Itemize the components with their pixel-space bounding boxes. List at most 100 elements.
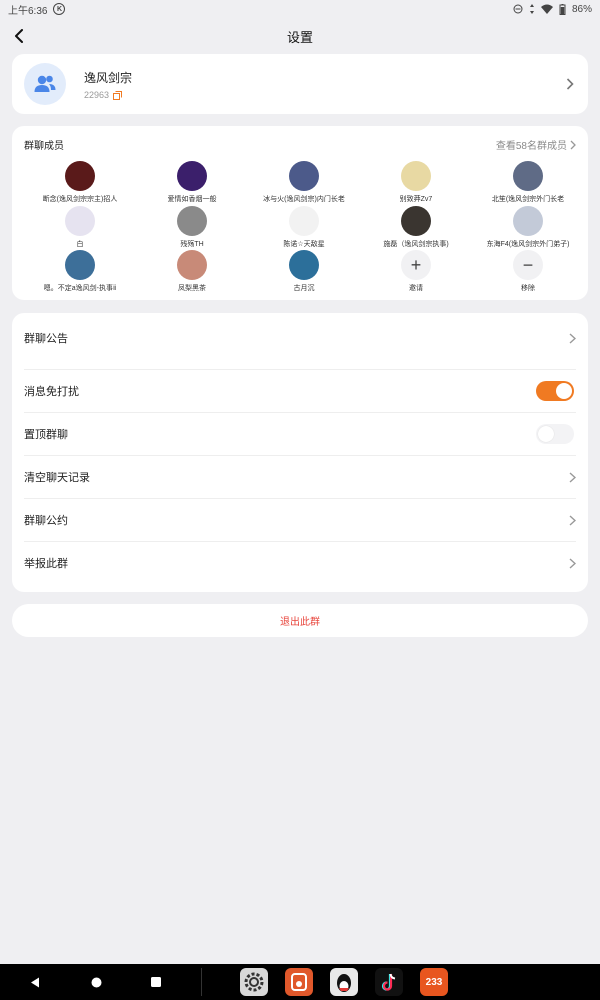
member-item[interactable]: 爱情如香烟一般	[136, 161, 248, 204]
member-name: 施磊（逸风剑宗执事)	[383, 241, 449, 248]
member-name: 凤梨黑茶	[178, 285, 206, 292]
invite-label: 邀请	[409, 285, 423, 292]
member-name: 嗯。不定a逸风剑-执事ⅱ	[43, 285, 117, 292]
member-name: 冰与火(逸风剑宗)内门长老	[263, 196, 345, 203]
group-id: 22963	[84, 90, 110, 100]
member-item[interactable]: 施磊（逸风剑宗执事)	[360, 206, 472, 249]
announcement-label: 群聊公告	[24, 333, 68, 345]
avatar	[289, 161, 319, 191]
back-button[interactable]	[10, 26, 28, 46]
app-233-label: 233	[425, 976, 443, 988]
member-name: 陈诺☆天敌星	[283, 241, 325, 248]
group-id-row: 22963	[84, 90, 123, 100]
mute-label: 消息免打扰	[24, 386, 79, 398]
exit-group-button[interactable]: 退出此群	[12, 604, 588, 637]
group-avatar	[24, 63, 66, 105]
group-name: 逸风剑宗	[84, 71, 133, 85]
avatar	[65, 161, 95, 191]
remove-label: 移除	[521, 285, 535, 292]
pin-row: 置顶群聊	[12, 413, 588, 455]
avatar	[177, 161, 207, 191]
group-profile-card[interactable]: 逸风剑宗 22963	[12, 54, 588, 114]
back-triangle-icon[interactable]	[30, 977, 40, 988]
member-item[interactable]: 陈诺☆天敌星	[248, 206, 360, 249]
battery-icon	[559, 3, 566, 15]
member-item[interactable]: 凤梨黑茶	[136, 250, 248, 293]
report-group-row[interactable]: 举报此群	[12, 542, 588, 584]
member-item[interactable]: 古月沉	[248, 250, 360, 293]
chevron-right-icon	[570, 140, 576, 149]
mute-row: 消息免打扰	[12, 370, 588, 412]
chevron-left-icon	[15, 29, 23, 43]
plus-icon: +	[401, 250, 431, 280]
member-name: 东海F4(逸风剑宗外门弟子)	[486, 241, 570, 248]
member-item[interactable]: 东海F4(逸风剑宗外门弟子)	[472, 206, 584, 249]
page-title: 设置	[286, 29, 313, 45]
wifi-icon	[540, 4, 553, 14]
avatar	[401, 206, 431, 236]
report-group-label: 举报此群	[24, 558, 68, 570]
exit-group-label: 退出此群	[280, 617, 320, 628]
avatar	[401, 161, 431, 191]
avatar	[65, 250, 95, 280]
pin-toggle[interactable]	[536, 424, 574, 444]
pin-label: 置顶群聊	[24, 429, 68, 441]
tiktok-app-icon[interactable]	[375, 968, 403, 996]
penguin-icon	[337, 974, 351, 992]
home-circle-icon[interactable]	[91, 977, 102, 988]
member-name: 古月沉	[293, 285, 315, 292]
settings-card: 群聊公告 消息免打扰 置顶群聊 清空聊天记录 群聊公约 举报此群	[12, 313, 588, 592]
member-name: 断念(逸风剑宗宗主)招人	[42, 196, 118, 203]
status-bar: 上午6:36 K 86%	[0, 0, 600, 18]
chevron-right-icon	[569, 332, 576, 344]
member-item[interactable]: 断念(逸风剑宗宗主)招人	[24, 161, 136, 204]
navigation-bar: 233	[0, 964, 600, 1000]
toggle-knob	[538, 426, 554, 442]
clear-history-row[interactable]: 清空聊天记录	[12, 456, 588, 498]
member-item[interactable]: 嗯。不定a逸风剑-执事ⅱ	[24, 250, 136, 293]
members-section-title: 群聊成员	[24, 141, 64, 152]
group-rules-label: 群聊公约	[24, 515, 68, 527]
k-badge-icon: K	[53, 3, 66, 15]
chevron-right-icon	[569, 514, 576, 526]
avatar	[289, 206, 319, 236]
photo-app-icon[interactable]	[285, 968, 313, 996]
recents-square-icon[interactable]	[151, 977, 161, 987]
dnd-icon	[513, 4, 523, 14]
clear-history-label: 清空聊天记录	[24, 472, 90, 484]
avatar	[65, 206, 95, 236]
camera-icon	[291, 973, 307, 991]
minus-icon: −	[513, 250, 543, 280]
settings-app-icon[interactable]	[240, 968, 268, 996]
avatar	[289, 250, 319, 280]
top-bar: 设置	[0, 22, 600, 50]
invite-member-button[interactable]: + 邀请	[360, 250, 472, 293]
avatar	[513, 206, 543, 236]
member-item[interactable]: 北笙(逸风剑宗外门长老	[472, 161, 584, 204]
toggle-knob	[556, 383, 572, 399]
member-item[interactable]: 残殇TH	[136, 206, 248, 249]
avatar	[177, 206, 207, 236]
member-name: 残殇TH	[180, 241, 204, 248]
view-all-members-label: 查看58名群成员	[495, 141, 567, 152]
member-item[interactable]: 冰与火(逸风剑宗)内门长老	[248, 161, 360, 204]
member-item[interactable]: 白	[24, 206, 136, 249]
member-item[interactable]: 别致莽Zv7	[360, 161, 472, 204]
avatar	[177, 250, 207, 280]
chevron-right-icon	[569, 471, 576, 483]
gear-icon	[244, 972, 264, 992]
member-name: 别致莽Zv7	[399, 196, 433, 203]
view-all-members-link[interactable]: 查看58名群成员	[496, 137, 576, 152]
mute-toggle[interactable]	[536, 381, 574, 401]
group-members-card: 群聊成员 查看58名群成员 断念(逸风剑宗宗主)招人 爱情如香烟一般 冰与火(逸风剑…	[12, 126, 588, 300]
battery-percent: 86%	[571, 3, 592, 15]
remove-member-button[interactable]: − 移除	[472, 250, 584, 293]
group-rules-row[interactable]: 群聊公约	[12, 499, 588, 541]
copy-icon[interactable]	[113, 90, 123, 100]
data-arrows-icon	[529, 4, 534, 14]
member-name: 爱情如香烟一般	[167, 196, 217, 203]
qq-app-icon[interactable]	[330, 968, 358, 996]
announcement-row[interactable]: 群聊公告	[12, 313, 588, 363]
avatar	[513, 161, 543, 191]
233-app-icon[interactable]: 233	[420, 968, 448, 996]
